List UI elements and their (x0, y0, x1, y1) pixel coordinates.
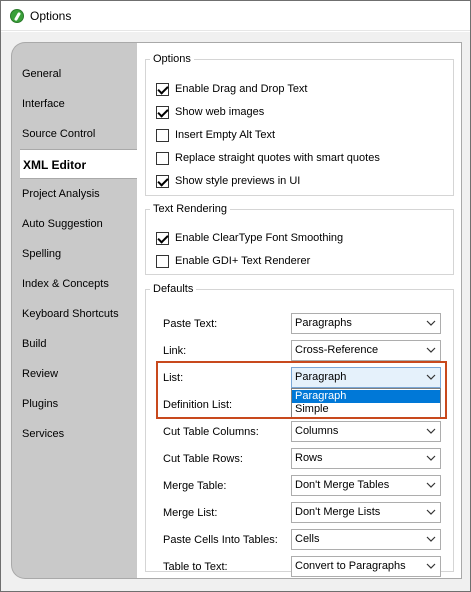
chevron-down-icon (426, 374, 436, 380)
merge-list-label: Merge List: (163, 507, 218, 519)
options-group: Options Enable Drag and Drop Text Show w… (145, 53, 454, 196)
tab-general[interactable]: General (22, 68, 61, 80)
combo-value: Rows (295, 452, 323, 464)
tab-xml-editor[interactable]: XML Editor (20, 149, 138, 179)
tab-interface[interactable]: Interface (22, 98, 65, 110)
title-bar: Options (1, 1, 470, 31)
checkbox[interactable] (156, 231, 169, 245)
tab-build[interactable]: Build (22, 338, 46, 350)
combo-value: Paragraph (295, 371, 347, 383)
dropdown-option-simple[interactable]: Simple (292, 403, 440, 416)
checkbox-label: Insert Empty Alt Text (175, 129, 276, 141)
merge-table-label: Merge Table: (163, 480, 227, 492)
checkbox-label: Replace straight quotes with smart quote… (175, 152, 380, 164)
checkbox-label: Show style previews in UI (175, 175, 301, 187)
combo-value: Don't Merge Lists (295, 506, 381, 518)
option-style-previews[interactable]: Show style previews in UI (156, 173, 300, 189)
options-group-title: Options (153, 53, 191, 65)
text-rendering-group: Text Rendering Enable ClearType Font Smo… (145, 203, 454, 275)
tab-review[interactable]: Review (22, 368, 58, 380)
cut-table-columns-label: Cut Table Columns: (163, 426, 259, 438)
chevron-down-icon (426, 536, 436, 542)
tab-services[interactable]: Services (22, 428, 64, 440)
checkbox-label: Enable ClearType Font Smoothing (175, 232, 344, 244)
cut-table-rows-label: Cut Table Rows: (163, 453, 243, 465)
option-empty-alt-text[interactable]: Insert Empty Alt Text (156, 127, 275, 143)
checkbox[interactable] (156, 105, 169, 119)
list-dropdown-menu: Paragraph Simple (291, 388, 441, 418)
checkbox-label: Enable GDI+ Text Renderer (175, 255, 311, 267)
chevron-down-icon (426, 347, 436, 353)
chevron-down-icon (426, 455, 436, 461)
chevron-down-icon (426, 482, 436, 488)
cut-table-rows-select[interactable]: Rows (291, 448, 441, 469)
checkbox-label: Enable Drag and Drop Text (175, 83, 308, 95)
link-label: Link: (163, 345, 187, 357)
paste-text-label: Paste Text: (163, 318, 218, 330)
option-drag-drop[interactable]: Enable Drag and Drop Text (156, 81, 308, 97)
tab-index-concepts[interactable]: Index & Concepts (22, 278, 109, 290)
window-title: Options (30, 9, 72, 23)
dropdown-option-paragraph[interactable]: Paragraph (292, 390, 440, 403)
combo-value: Paragraphs (295, 317, 352, 329)
checkbox[interactable] (156, 151, 169, 165)
paste-text-select[interactable]: Paragraphs (291, 313, 441, 334)
chevron-down-icon (426, 320, 436, 326)
chevron-down-icon (426, 509, 436, 515)
tab-plugins[interactable]: Plugins (22, 398, 58, 410)
merge-table-select[interactable]: Don't Merge Tables (291, 475, 441, 496)
defaults-group: Defaults Paste Text: Paragraphs Link: Cr… (145, 283, 454, 577)
checkbox[interactable] (156, 82, 169, 96)
checkbox-label: Show web images (175, 106, 265, 118)
tab-keyboard-shortcuts[interactable]: Keyboard Shortcuts (22, 308, 119, 320)
definition-list-label: Definition List: (163, 399, 233, 411)
tab-source-control[interactable]: Source Control (22, 128, 95, 140)
list-label: List: (163, 372, 184, 384)
option-web-images[interactable]: Show web images (156, 104, 264, 120)
checkbox[interactable] (156, 174, 169, 188)
combo-value: Columns (295, 425, 339, 437)
chevron-down-icon (426, 563, 436, 569)
option-cleartype[interactable]: Enable ClearType Font Smoothing (156, 230, 343, 246)
checkbox[interactable] (156, 128, 169, 142)
table-to-text-select[interactable]: Convert to Paragraphs (291, 556, 441, 577)
tab-auto-suggestion[interactable]: Auto Suggestion (22, 218, 103, 230)
dialog-body: General Interface Source Control XML Edi… (1, 32, 470, 591)
list-select[interactable]: Paragraph (291, 367, 441, 388)
text-rendering-group-title: Text Rendering (153, 203, 227, 215)
paste-cells-select[interactable]: Cells (291, 529, 441, 550)
combo-value: Cells (295, 533, 320, 545)
category-tabs: General Interface Source Control XML Edi… (11, 42, 138, 579)
combo-value: Don't Merge Tables (295, 479, 390, 491)
checkbox[interactable] (156, 254, 169, 268)
cut-table-columns-select[interactable]: Columns (291, 421, 441, 442)
merge-list-select[interactable]: Don't Merge Lists (291, 502, 441, 523)
tab-spelling[interactable]: Spelling (22, 248, 61, 260)
combo-value: Convert to Paragraphs (295, 560, 406, 572)
options-window: Options General Interface Source Control… (0, 0, 471, 592)
chevron-down-icon (426, 428, 436, 434)
app-logo-icon (10, 9, 24, 23)
option-gdi-renderer[interactable]: Enable GDI+ Text Renderer (156, 253, 310, 269)
link-select[interactable]: Cross-Reference (291, 340, 441, 361)
xml-editor-panel: Options Enable Drag and Drop Text Show w… (137, 42, 462, 579)
table-to-text-label: Table to Text: (163, 561, 228, 573)
tab-project-analysis[interactable]: Project Analysis (22, 188, 100, 200)
combo-value: Cross-Reference (295, 344, 379, 356)
defaults-group-title: Defaults (153, 283, 194, 295)
option-smart-quotes[interactable]: Replace straight quotes with smart quote… (156, 150, 380, 166)
paste-cells-label: Paste Cells Into Tables: (163, 534, 278, 546)
